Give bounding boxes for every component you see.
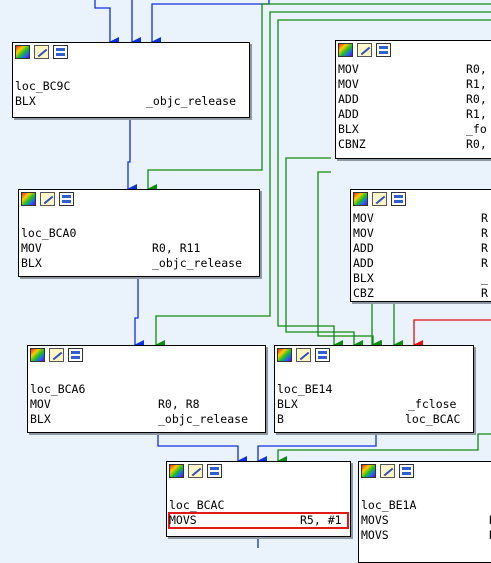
instruction-row[interactable]: MOVSR: [361, 528, 491, 543]
instruction-row[interactable]: MOV R: [353, 226, 491, 241]
instruction-row[interactable]: MOV R: [353, 211, 491, 226]
instruction-row[interactable]: CBNZ R0,: [338, 137, 491, 152]
edge-green: [285, 157, 363, 350]
instruction-row[interactable]: BLX _objc_release: [30, 412, 265, 427]
block-header: [28, 346, 265, 365]
block-header: [351, 190, 491, 209]
edge-green: [277, 433, 491, 466]
block-header: [275, 346, 473, 365]
graph-overview-icon[interactable]: [207, 464, 222, 478]
block-label[interactable]: loc_BE14: [277, 382, 473, 397]
basic-block-loc-bcac[interactable]: loc_BCAC MOVS R5, #1: [166, 461, 351, 537]
basic-block-loc-bc9c[interactable]: loc_BC9C BLX _objc_release: [12, 42, 250, 118]
graph-overview-icon[interactable]: [53, 45, 68, 59]
instruction-row[interactable]: MOV R1,: [338, 77, 491, 92]
instruction-row[interactable]: ADD R1,: [338, 107, 491, 122]
graph-overview-icon[interactable]: [59, 192, 74, 206]
rename-icon[interactable]: [380, 464, 395, 478]
block-header: [167, 462, 350, 481]
palette-icon[interactable]: [169, 464, 184, 478]
instruction-row[interactable]: ADD R: [353, 241, 491, 256]
edge-red: [413, 319, 491, 350]
graph-overview-icon[interactable]: [68, 348, 83, 362]
block-label[interactable]: loc_BCA6: [30, 382, 265, 397]
edge-blue: [127, 118, 137, 194]
palette-icon[interactable]: [21, 192, 36, 206]
instruction-row[interactable]: CBZ R: [353, 286, 491, 301]
palette-icon[interactable]: [277, 348, 292, 362]
instruction-row[interactable]: Bloc_BCAC: [277, 412, 473, 427]
rename-icon[interactable]: [40, 192, 55, 206]
instruction-row[interactable]: MOV R0, R11: [21, 241, 259, 256]
block-label[interactable]: loc_BCA0: [21, 226, 259, 241]
block-label[interactable]: loc_BE1A: [361, 498, 491, 513]
block-header: [19, 190, 259, 209]
instruction-row[interactable]: BLX _: [353, 271, 491, 286]
rename-icon[interactable]: [357, 43, 372, 57]
instruction-row[interactable]: BLX _objc_release: [15, 94, 249, 109]
basic-block-mid-right[interactable]: MOV R MOV R ADD R ADD R BLX _ CBZ R: [350, 189, 491, 302]
graph-overview-icon[interactable]: [399, 464, 414, 478]
basic-block-loc-be14[interactable]: loc_BE14 BLX _fclose Bloc_BCAC: [274, 345, 474, 433]
selected-instruction-row[interactable]: MOVS R5, #1: [168, 512, 349, 529]
rename-icon[interactable]: [188, 464, 203, 478]
palette-icon[interactable]: [361, 464, 376, 478]
basic-block-loc-bca6[interactable]: loc_BCA6 MOV R0, R8 BLX _objc_release: [27, 345, 266, 433]
edge-blue: [157, 432, 247, 466]
instruction-row[interactable]: BLX _fclose: [277, 397, 473, 412]
block-label[interactable]: loc_BCAC: [169, 498, 350, 513]
palette-icon[interactable]: [338, 43, 353, 57]
graph-overview-icon[interactable]: [391, 192, 406, 206]
basic-block-loc-bca0[interactable]: loc_BCA0 MOV R0, R11 BLX _objc_release: [18, 189, 260, 277]
rename-icon[interactable]: [49, 348, 64, 362]
instruction-row[interactable]: BLX _fo: [338, 122, 491, 137]
instruction-row[interactable]: BLX _objc_release: [21, 256, 259, 271]
instruction-row[interactable]: MOV R0,: [338, 62, 491, 77]
instruction-row[interactable]: ADD R: [353, 256, 491, 271]
basic-block-top-right[interactable]: MOV R0, MOV R1, ADD R0, ADD R1, BLX _fo CBNZ R…: [335, 40, 491, 159]
graph-overview-icon[interactable]: [315, 348, 330, 362]
block-header: [13, 43, 249, 62]
block-header: [359, 462, 491, 481]
rename-icon[interactable]: [372, 192, 387, 206]
palette-icon[interactable]: [15, 45, 30, 59]
block-header: [336, 41, 491, 60]
edge-blue: [151, 0, 270, 47]
graph-overview-icon[interactable]: [376, 43, 391, 57]
edge-blue: [257, 432, 377, 466]
rename-icon[interactable]: [34, 45, 49, 59]
rename-icon[interactable]: [296, 348, 311, 362]
edge-blue: [94, 0, 119, 47]
palette-icon[interactable]: [353, 192, 368, 206]
edge-blue: [134, 276, 144, 350]
instruction-row[interactable]: ADD R0,: [338, 92, 491, 107]
palette-icon[interactable]: [30, 348, 45, 362]
block-label[interactable]: loc_BC9C: [15, 79, 249, 94]
instruction-row[interactable]: MOVSR: [361, 513, 491, 528]
instruction-row[interactable]: MOV R0, R8: [30, 397, 265, 412]
